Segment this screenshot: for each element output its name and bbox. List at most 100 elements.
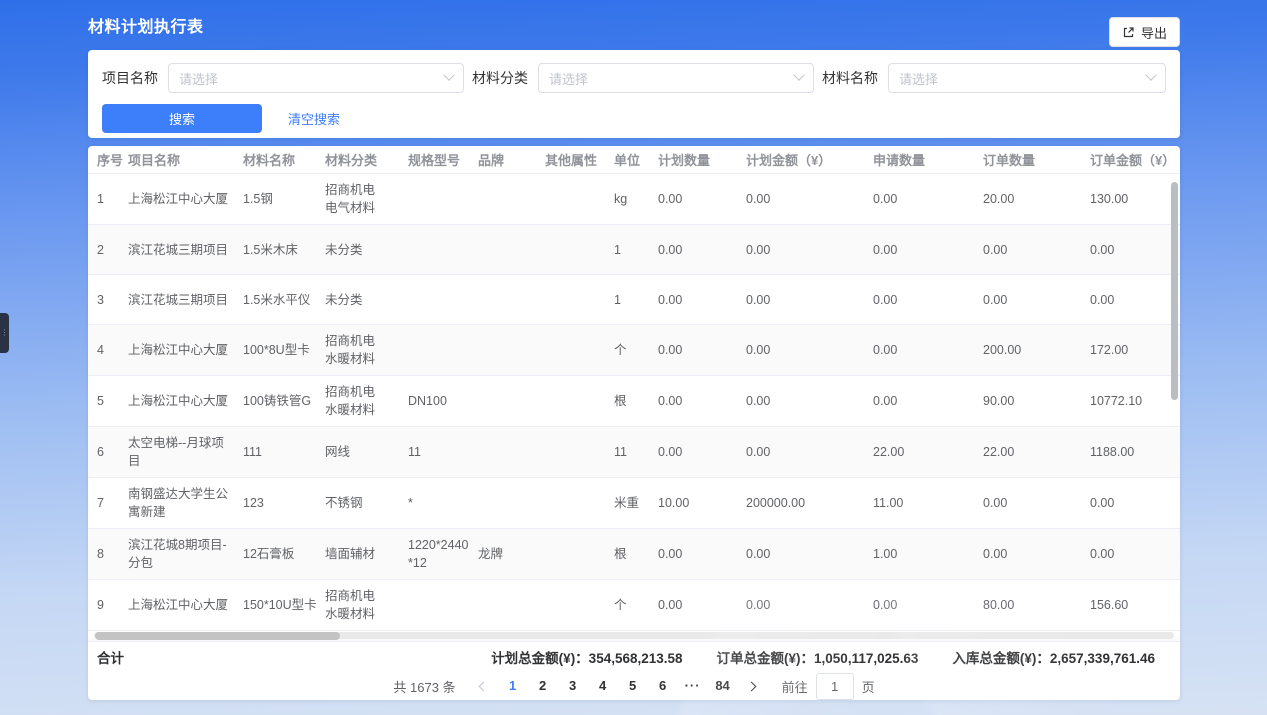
table-cell: 9: [88, 580, 128, 631]
table-cell: 200.00: [983, 325, 1090, 376]
table-cell: 0.00: [873, 275, 983, 325]
table-row: 2滨江花城三期项目1.5米木床未分类10.000.000.000.000.00: [88, 225, 1180, 275]
goto-page-input[interactable]: [816, 673, 854, 700]
table-cell: 0.00: [658, 174, 746, 225]
table-body: 1上海松江中心大厦1.5钢招商机电 电气材料kg0.000.000.0020.0…: [88, 174, 1180, 631]
chevron-right-icon: [747, 681, 757, 691]
filter-field-project: 项目名称 请选择: [102, 63, 464, 93]
page-number[interactable]: 3: [558, 672, 588, 700]
table-cell: [545, 225, 614, 275]
column-header: 计划金额（¥）: [746, 146, 873, 174]
table-cell: 太空电梯--月球项目: [128, 427, 243, 478]
table-cell: 0.00: [658, 325, 746, 376]
goto-label: 前往: [782, 677, 808, 696]
page-number[interactable]: 4: [588, 672, 618, 700]
table-cell: 1.5米木床: [243, 225, 325, 275]
page-ellipsis[interactable]: ···: [678, 672, 708, 700]
table-cell: 滨江花城三期项目: [128, 225, 243, 275]
search-button[interactable]: 搜索: [102, 104, 262, 133]
export-button[interactable]: 导出: [1109, 17, 1180, 47]
table-cell: 0.00: [746, 427, 873, 478]
summary-item: 入库总金额(¥)：2,657,339,761.46: [952, 647, 1155, 667]
summary-item: 订单总金额(¥)：1,050,117,025.63: [717, 647, 919, 667]
table-cell: 8: [88, 529, 128, 580]
table-cell: [478, 376, 545, 427]
material-category-label: 材料分类: [472, 68, 528, 88]
next-page-button[interactable]: [738, 683, 766, 690]
page-number[interactable]: 6: [648, 672, 678, 700]
material-name-label: 材料名称: [822, 68, 878, 88]
table-cell: kg: [614, 174, 658, 225]
page-number[interactable]: 84: [708, 672, 738, 700]
table-cell: [408, 225, 478, 275]
column-header: 订单金额（¥）: [1090, 146, 1180, 174]
table-cell: 滨江花城8期项目-分包: [128, 529, 243, 580]
table-cell: 上海松江中心大厦: [128, 325, 243, 376]
table-cell: 墙面辅材: [325, 529, 408, 580]
table-cell: 未分类: [325, 275, 408, 325]
table-cell: 11.00: [873, 478, 983, 529]
column-header: 计划数量: [658, 146, 746, 174]
table-cell: 招商机电 电气材料: [325, 174, 408, 225]
select-placeholder: 请选择: [179, 69, 218, 88]
table-cell: 根: [614, 376, 658, 427]
horizontal-scrollbar[interactable]: [94, 632, 1174, 639]
page-number[interactable]: 2: [528, 672, 558, 700]
clear-search-link[interactable]: 清空搜索: [288, 109, 340, 128]
table-cell: [545, 275, 614, 325]
chevron-down-icon: [1145, 70, 1156, 81]
column-header: 订单数量: [983, 146, 1090, 174]
table-cell: 个: [614, 325, 658, 376]
prev-page-button[interactable]: [470, 683, 498, 690]
table-cell: 网线: [325, 427, 408, 478]
filter-field-material-category: 材料分类 请选择: [472, 63, 814, 93]
table-cell: 0.00: [658, 376, 746, 427]
filter-actions: 搜索 清空搜索: [102, 104, 1166, 133]
table-cell: [478, 174, 545, 225]
page-number[interactable]: 5: [618, 672, 648, 700]
table-cell: 3: [88, 275, 128, 325]
material-category-select[interactable]: 请选择: [538, 63, 814, 93]
table-cell: 龙牌: [478, 529, 545, 580]
export-icon: [1122, 26, 1135, 39]
vertical-scrollbar-thumb[interactable]: [1171, 182, 1178, 400]
table-cell: 0.00: [873, 225, 983, 275]
table-cell: 1.5米水平仪: [243, 275, 325, 325]
table-cell: 0.00: [746, 325, 873, 376]
table-cell: 200000.00: [746, 478, 873, 529]
project-name-label: 项目名称: [102, 68, 158, 88]
table-cell: 上海松江中心大厦: [128, 376, 243, 427]
table-cell: 2: [88, 225, 128, 275]
goto-page: 前往 页: [782, 673, 875, 700]
chevron-down-icon: [443, 70, 454, 81]
table-cell: 172.00: [1090, 325, 1180, 376]
column-header: 单位: [614, 146, 658, 174]
column-header: 品牌: [478, 146, 545, 174]
material-name-select[interactable]: 请选择: [888, 63, 1166, 93]
table-cell: 0.00: [1090, 478, 1180, 529]
project-name-select[interactable]: 请选择: [168, 63, 464, 93]
table-cell: [545, 325, 614, 376]
table-cell: 0.00: [658, 580, 746, 631]
table-cell: [545, 478, 614, 529]
table-cell: 100*8U型卡: [243, 325, 325, 376]
table-cell: *: [408, 478, 478, 529]
table-cell: 未分类: [325, 225, 408, 275]
table-cell: 0.00: [873, 325, 983, 376]
column-header: 申请数量: [873, 146, 983, 174]
column-header: 规格型号: [408, 146, 478, 174]
goto-suffix: 页: [862, 677, 875, 696]
table-cell: 招商机电 水暖材料: [325, 325, 408, 376]
table-cell: 根: [614, 529, 658, 580]
table-cell: 7: [88, 478, 128, 529]
table-cell: [478, 225, 545, 275]
table-cell: 11: [408, 427, 478, 478]
table-row: 6太空电梯--月球项目111网线11110.000.0022.0022.0011…: [88, 427, 1180, 478]
page-number[interactable]: 1: [498, 672, 528, 700]
filter-row: 项目名称 请选择 材料分类 请选择 材料名称 请选择: [102, 63, 1166, 93]
table-cell: 22.00: [873, 427, 983, 478]
side-drawer-handle[interactable]: ⋮: [0, 313, 9, 353]
ellipsis-icon: ⋮: [1, 329, 9, 337]
horizontal-scrollbar-thumb[interactable]: [95, 632, 340, 640]
table-cell: 不锈钢: [325, 478, 408, 529]
